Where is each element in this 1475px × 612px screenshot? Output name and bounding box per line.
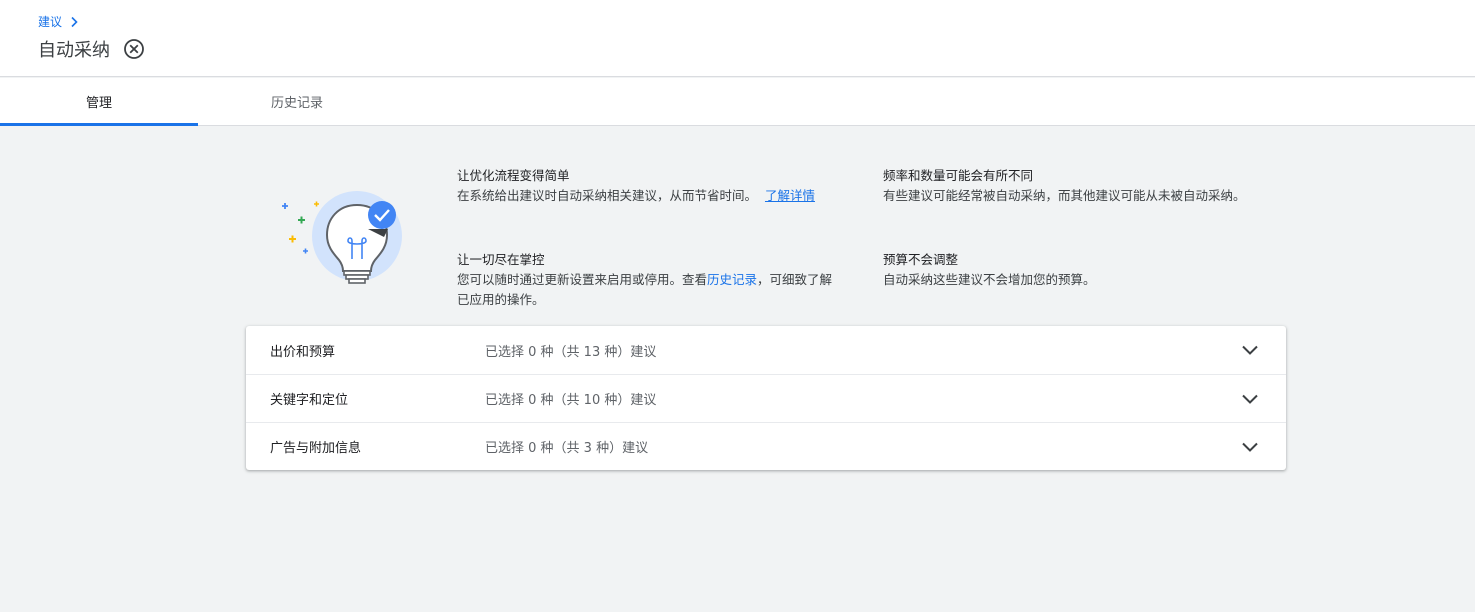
title-row: 自动采纳 <box>38 36 146 62</box>
breadcrumb: 建议 <box>38 13 80 30</box>
info-control-title: 让一切尽在掌控 <box>457 252 545 267</box>
category-row-bids-budgets[interactable]: 出价和预算 已选择 0 种（共 13 种）建议 <box>246 326 1286 374</box>
info-budget-text: 自动采纳这些建议不会增加您的预算。 <box>883 272 1096 287</box>
info-budget: 预算不会调整 自动采纳这些建议不会增加您的预算。 <box>883 250 1268 290</box>
info-frequency: 频率和数量可能会有所不同 有些建议可能经常被自动采纳，而其他建议可能从未被自动采… <box>883 166 1268 206</box>
info-simplify: 让优化流程变得简单 在系统给出建议时自动采纳相关建议，从而节省时间。 了解详情 <box>457 166 842 206</box>
tab-bar: 管理 历史记录 <box>0 78 1475 126</box>
page-header: 建议 自动采纳 <box>0 0 1475 77</box>
history-link[interactable]: 历史记录 <box>707 272 757 287</box>
close-circle-icon[interactable] <box>122 37 146 61</box>
info-control: 让一切尽在掌控 您可以随时通过更新设置来启用或停用。查看历史记录，可细致了解已应… <box>457 250 842 310</box>
recommendation-categories-panel: 出价和预算 已选择 0 种（共 13 种）建议 关键字和定位 已选择 0 种（共… <box>246 326 1286 470</box>
category-summary: 已选择 0 种（共 3 种）建议 <box>485 441 649 456</box>
breadcrumb-link-recommendations[interactable]: 建议 <box>38 13 62 30</box>
info-simplify-text: 在系统给出建议时自动采纳相关建议，从而节省时间。 了解详情 <box>457 186 842 206</box>
chevron-down-icon[interactable] <box>1240 437 1260 457</box>
chevron-right-icon <box>71 16 78 27</box>
category-summary: 已选择 0 种（共 10 种）建议 <box>485 393 657 408</box>
category-label: 出价和预算 <box>270 344 336 360</box>
info-budget-title: 预算不会调整 <box>883 252 959 267</box>
chevron-down-icon[interactable] <box>1240 340 1260 360</box>
category-row-keywords-targeting[interactable]: 关键字和定位 已选择 0 种（共 10 种）建议 <box>246 374 1286 422</box>
tab-manage[interactable]: 管理 <box>0 78 198 126</box>
category-summary: 已选择 0 种（共 13 种）建议 <box>485 344 657 360</box>
category-label: 广告与附加信息 <box>270 441 362 456</box>
info-frequency-text: 有些建议可能经常被自动采纳，而其他建议可能从未被自动采纳。 <box>883 188 1246 203</box>
page-title: 自动采纳 <box>38 40 110 61</box>
chevron-down-icon[interactable] <box>1240 389 1260 409</box>
info-control-body-before: 您可以随时通过更新设置来启用或停用。查看 <box>457 272 708 287</box>
info-simplify-body: 在系统给出建议时自动采纳相关建议，从而节省时间。 <box>457 188 758 203</box>
category-row-ads-extensions[interactable]: 广告与附加信息 已选择 0 种（共 3 种）建议 <box>246 422 1286 470</box>
info-control-text: 您可以随时通过更新设置来启用或停用。查看历史记录，可细致了解已应用的操作。 <box>457 270 842 310</box>
lightbulb-check-icon <box>282 191 402 284</box>
learn-more-link[interactable]: 了解详情 <box>765 188 815 203</box>
info-frequency-title: 频率和数量可能会有所不同 <box>883 168 1034 183</box>
info-simplify-title: 让优化流程变得简单 <box>457 168 570 183</box>
tab-history[interactable]: 历史记录 <box>198 78 396 125</box>
category-label: 关键字和定位 <box>270 393 349 408</box>
